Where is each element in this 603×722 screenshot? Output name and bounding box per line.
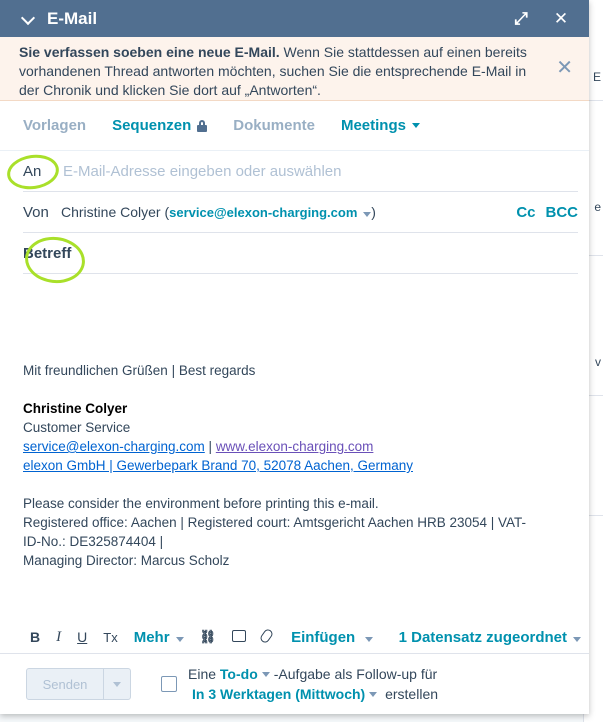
background-text: E (592, 70, 601, 84)
chevron-down-icon (365, 636, 374, 642)
underline-button[interactable]: U (77, 629, 87, 645)
chevron-down-icon (369, 692, 378, 697)
task-type-select[interactable]: To-do (220, 666, 258, 682)
bcc-button[interactable]: BCC (546, 204, 579, 221)
italic-button[interactable]: I (56, 629, 61, 646)
greeting-line: Mit freundlichen Grüßen | Best regards (23, 363, 256, 378)
more-label: Mehr (133, 628, 170, 646)
chevron-down-icon (573, 636, 581, 642)
signature-email-link[interactable]: service@elexon-charging.com (23, 439, 205, 454)
formatting-toolbar: B I U Tx Mehr ⛓ Einfügen 1 Datensatz zug… (0, 624, 589, 650)
tab-documents[interactable]: Dokumente (233, 117, 315, 134)
signature-address-link[interactable]: elexon GmbH | Gewerbepark Brand 70, 5207… (23, 458, 413, 473)
lock-icon (197, 120, 208, 132)
email-body-editor[interactable]: Mit freundlichen Grüßen | Best regards C… (0, 274, 589, 570)
sender-name: Christine Colyer (61, 204, 161, 220)
notice-bold-text: Sie verfassen soeben eine neue E-Mail. (19, 44, 280, 60)
signature-director: Managing Director: Marcus Scholz (23, 553, 230, 568)
notice-close-icon[interactable]: ✕ (556, 58, 573, 78)
to-field: An E-Mail-Adresse eingeben oder auswähle… (23, 151, 578, 192)
attachment-icon[interactable] (258, 627, 275, 646)
to-label: An (23, 162, 42, 180)
subject-field[interactable]: Betreff (23, 233, 578, 274)
insert-button[interactable]: Einfügen (291, 628, 374, 646)
send-options-dropdown[interactable] (103, 669, 130, 699)
compose-tabs: Vorlagen Sequenzen Dokumente Meetings (0, 101, 589, 151)
associated-records-label: 1 Datensatz zugeordnet (398, 628, 567, 646)
signature-web-link[interactable]: www.elexon-charging.com (216, 439, 374, 454)
signature-env-note: Please consider the environment before p… (23, 496, 379, 511)
dialog-title: E-Mail (47, 8, 98, 28)
tab-templates[interactable]: Vorlagen (23, 117, 86, 134)
background-text: v (595, 355, 601, 369)
tab-sequences[interactable]: Sequenzen (112, 117, 208, 134)
signature-role: Customer Service (23, 420, 131, 435)
chevron-down-icon (261, 672, 270, 677)
expand-arrows-icon[interactable]: ⤢ (511, 9, 531, 29)
email-compose-dialog: E-Mail ⤢ ✕ Sie verfassen soeben eine neu… (0, 0, 589, 714)
followup-pre: Eine (188, 666, 220, 682)
due-date-select[interactable]: In 3 Werktagen (Mittwoch) (192, 686, 365, 702)
tab-sequences-label: Sequenzen (112, 117, 192, 134)
associated-records-button[interactable]: 1 Datensatz zugeordnet (399, 629, 581, 646)
collapse-chevron-icon[interactable] (20, 10, 38, 28)
signature-name: Christine Colyer (23, 401, 128, 416)
bold-button[interactable]: B (30, 629, 40, 645)
clear-format-button[interactable]: Tx (103, 630, 117, 645)
background-text: e (594, 200, 601, 214)
subject-label: Betreff (23, 244, 72, 262)
chevron-down-icon (175, 636, 184, 642)
close-icon[interactable]: ✕ (551, 9, 571, 29)
cc-button[interactable]: Cc (516, 204, 535, 221)
signature-separator: | (204, 439, 216, 454)
tab-meetings-label: Meetings (340, 117, 406, 134)
tab-meetings[interactable]: Meetings (341, 117, 420, 134)
chevron-down-icon (411, 123, 420, 128)
sender-select[interactable]: Christine Colyer (service@elexon-chargin… (61, 204, 506, 220)
recipient-input[interactable]: E-Mail-Adresse eingeben oder auswählen (63, 163, 342, 180)
from-field: Von Christine Colyer (service@elexon-cha… (23, 192, 578, 233)
compose-footer: Senden Eine To-do -Aufgabe als Follow-up … (0, 653, 589, 714)
chevron-down-icon (363, 212, 372, 217)
followup-checkbox[interactable] (161, 676, 177, 692)
insert-label: Einfügen (291, 628, 356, 646)
more-button[interactable]: Mehr (134, 629, 184, 646)
image-icon[interactable] (232, 629, 247, 645)
send-button[interactable]: Senden (27, 677, 103, 692)
sender-email: service@elexon-charging.com (169, 205, 358, 220)
link-icon[interactable]: ⛓ (200, 629, 217, 645)
followup-task-text: Eine To-do -Aufgabe als Follow-up für In … (188, 664, 438, 704)
chevron-down-icon (113, 681, 121, 687)
from-label: Von (23, 203, 49, 221)
new-email-notice: Sie verfassen soeben eine neue E-Mail. W… (0, 37, 589, 101)
send-button-group: Senden (26, 668, 131, 700)
signature-registered: Registered office: Aachen | Registered c… (23, 515, 527, 549)
dialog-header: E-Mail ⤢ ✕ (0, 0, 589, 37)
followup-post: erstellen (381, 686, 439, 702)
followup-mid: -Aufgabe als Follow-up für (273, 666, 438, 682)
